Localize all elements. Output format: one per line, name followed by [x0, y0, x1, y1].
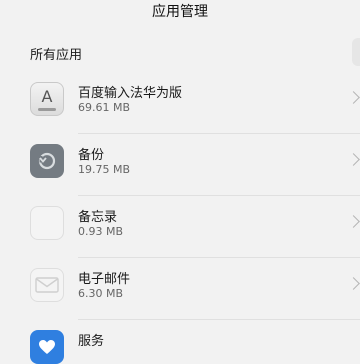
app-size: 0.93 MB [78, 225, 124, 238]
app-name: 服务 [78, 334, 105, 349]
list-item-app[interactable]: A 百度输入法华为版 69.61 MB [0, 72, 360, 134]
scroll-indicator [352, 38, 360, 66]
mail-icon [30, 268, 64, 302]
chevron-right-icon [347, 153, 360, 166]
section-header-all-apps: 所有应用 [30, 48, 83, 63]
notes-icon [30, 206, 64, 240]
app-name: 电子邮件 [78, 272, 131, 287]
app-name: 备忘录 [78, 210, 118, 225]
list-item-app[interactable]: 备份 19.75 MB [0, 134, 360, 196]
app-name: 百度输入法华为版 [78, 86, 183, 101]
list-item-app[interactable]: 电子邮件 6.30 MB [0, 258, 360, 320]
backup-icon [30, 144, 64, 178]
app-size: 69.61 MB [78, 101, 131, 114]
app-name: 备份 [78, 148, 105, 163]
chevron-right-icon [347, 91, 360, 104]
list-item-app[interactable]: 备忘录 0.93 MB [0, 196, 360, 258]
chevron-right-icon [347, 215, 360, 228]
service-icon [30, 330, 64, 364]
app-size: 6.30 MB [78, 287, 124, 300]
list-item-app[interactable]: 服务 [0, 320, 360, 364]
app-size: 19.75 MB [78, 163, 131, 176]
page-title: 应用管理 [152, 4, 208, 20]
keyboard-icon: A [30, 82, 64, 116]
chevron-right-icon [347, 277, 360, 290]
